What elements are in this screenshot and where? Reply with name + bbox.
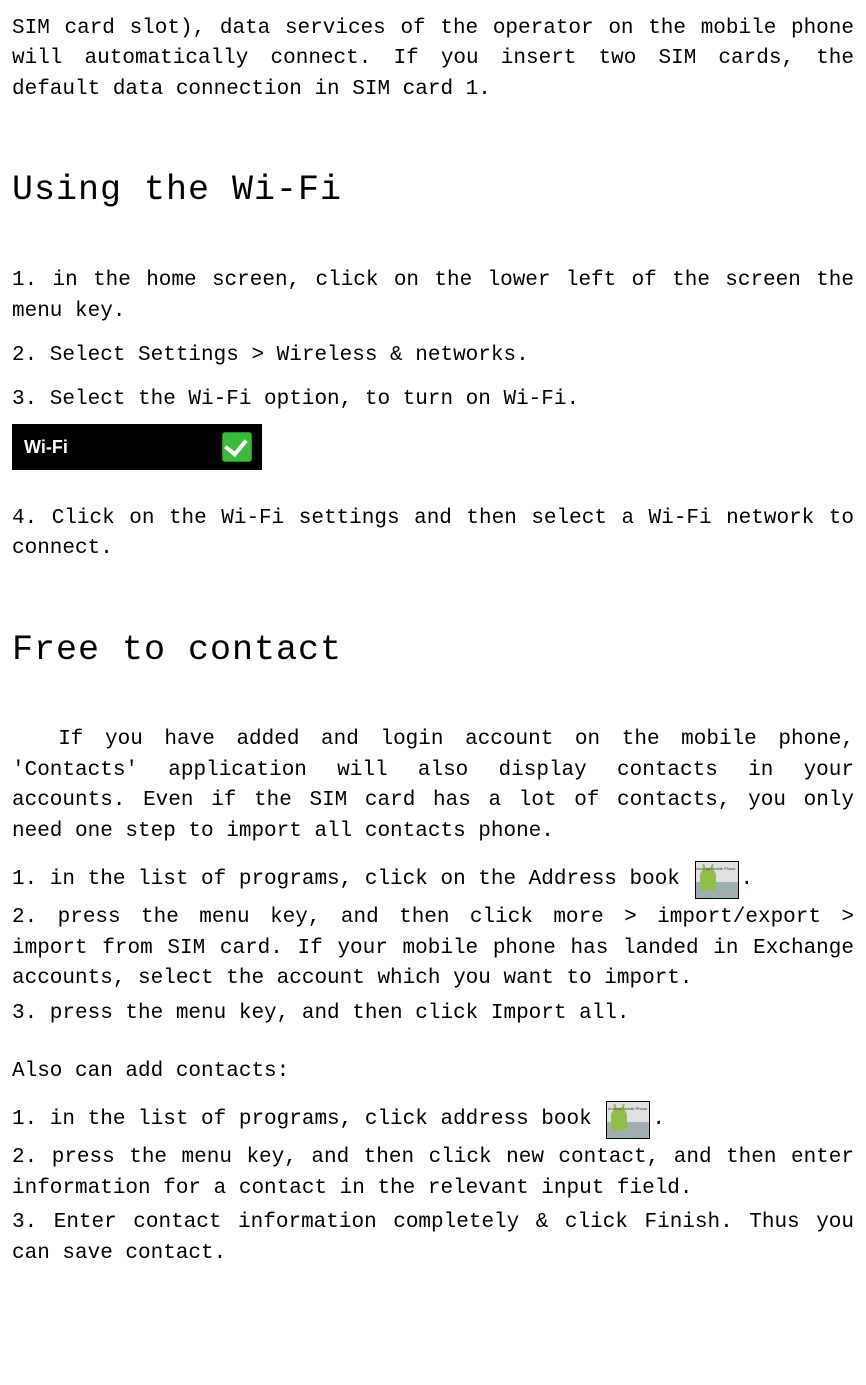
- import-step-1-text-before: 1. in the list of programs, click on the…: [12, 868, 680, 891]
- intro-paragraph: SIM card slot), data services of the ope…: [12, 14, 854, 105]
- address-book-icon-caption: Android Mobile Phone: [696, 866, 735, 871]
- import-step-1-text-after: .: [741, 868, 754, 891]
- contact-intro-paragraph: If you have added and login account on t…: [12, 725, 854, 847]
- wifi-step-2: 2. Select Settings > Wireless & networks…: [12, 341, 854, 371]
- wifi-toggle[interactable]: Wi-Fi: [12, 424, 262, 470]
- import-step-3: 3. press the menu key, and then click Im…: [12, 999, 854, 1029]
- heading-using-wifi: Using the Wi-Fi: [12, 165, 854, 216]
- add-step-1-text-before: 1. in the list of programs, click addres…: [12, 1108, 592, 1131]
- add-step-2: 2. press the menu key, and then click ne…: [12, 1143, 854, 1204]
- address-book-icon: Android Mobile Phone: [695, 861, 739, 899]
- heading-free-to-contact: Free to contact: [12, 625, 854, 676]
- checkmark-icon: [222, 432, 252, 462]
- add-step-1-text-after: .: [652, 1108, 665, 1131]
- import-step-1: 1. in the list of programs, click on the…: [12, 861, 854, 899]
- import-step-2: 2. press the menu key, and then click mo…: [12, 903, 854, 994]
- add-step-1: 1. in the list of programs, click addres…: [12, 1101, 854, 1139]
- add-step-3: 3. Enter contact information completely …: [12, 1208, 854, 1269]
- wifi-toggle-label: Wi-Fi: [24, 434, 68, 460]
- address-book-icon-caption: Android Mobile Phone: [608, 1106, 647, 1111]
- address-book-icon: Android Mobile Phone: [606, 1101, 650, 1139]
- also-can-add-label: Also can add contacts:: [12, 1057, 854, 1087]
- wifi-step-4: 4. Click on the Wi-Fi settings and then …: [12, 504, 854, 565]
- wifi-step-1: 1. in the home screen, click on the lowe…: [12, 266, 854, 327]
- wifi-step-3: 3. Select the Wi-Fi option, to turn on W…: [12, 385, 854, 415]
